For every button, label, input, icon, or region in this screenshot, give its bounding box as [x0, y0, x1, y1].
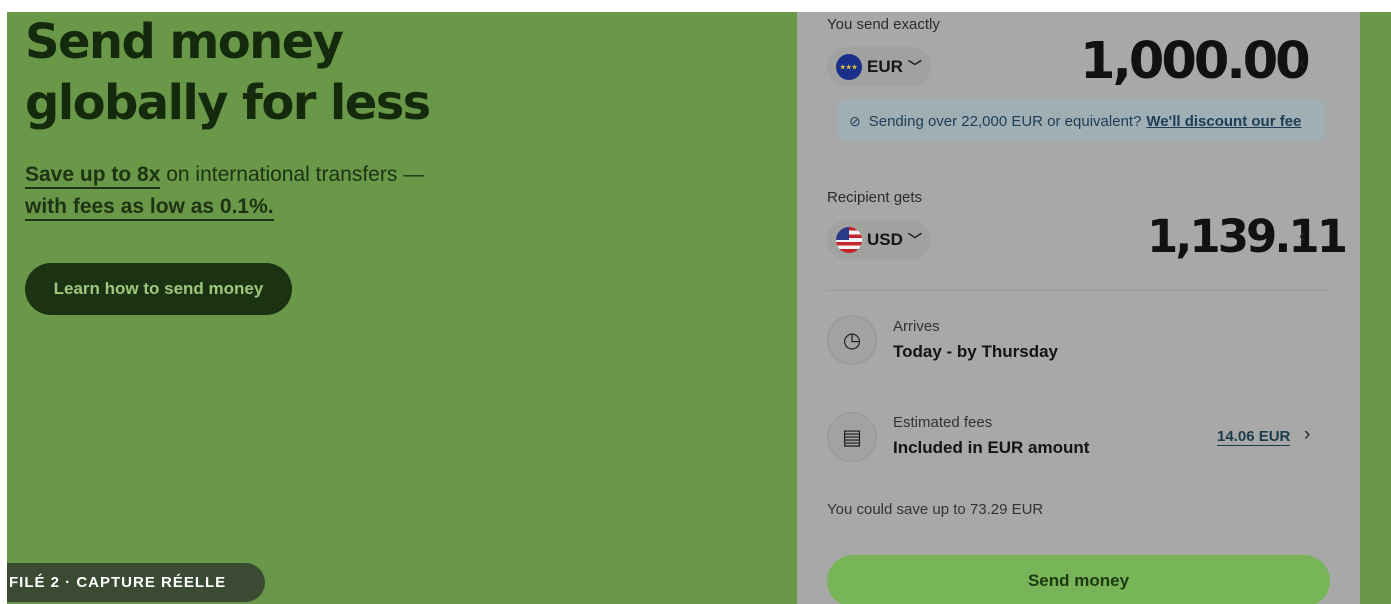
- recipient-amount-label: Recipient gets: [827, 189, 923, 206]
- send-amount-input[interactable]: 1,000.00: [1080, 36, 1311, 87]
- send-amount-label: You send exactly: [827, 16, 940, 33]
- hero-title-line-1: Send money: [25, 14, 344, 70]
- low-fees-link[interactable]: with fees as low as 0.1%.: [25, 195, 274, 221]
- hero-subtitle: Save up to 8x on international transfers…: [25, 159, 545, 223]
- divider: [827, 290, 1329, 291]
- recipient-currency-code: USD: [867, 230, 903, 249]
- arrival-label: Arrives: [893, 318, 940, 335]
- discount-notice-text: Sending over 22,000 EUR or equivalent?: [868, 112, 1142, 130]
- caption-badge: FILÉ 2 · CAPTURE RÉELLE: [7, 563, 265, 602]
- receipt-icon: ▤: [827, 412, 877, 462]
- us-flag-icon: [836, 227, 862, 253]
- fees-value: Included in EUR amount: [893, 438, 1090, 457]
- savings-note: You could save up to 73.29 EUR: [827, 501, 1044, 518]
- transfer-calculator-card: You send exactly ★★★ EUR ﹀ 1,000.00 ‹ ⊘ …: [797, 12, 1360, 604]
- eu-flag-icon: ★★★: [836, 54, 862, 80]
- fee-breakdown-link[interactable]: 14.06 EUR: [1217, 428, 1291, 446]
- hero-title-line-2: globally for less: [25, 75, 431, 131]
- hero-subtitle-text: on international transfers —: [160, 163, 425, 186]
- fees-label: Estimated fees: [893, 414, 993, 431]
- send-money-button[interactable]: Send money: [827, 555, 1330, 604]
- chevron-down-icon: ﹀: [907, 232, 922, 248]
- hero-title: Send money globally for less: [25, 12, 725, 134]
- chevron-down-icon: ﹀: [907, 59, 922, 75]
- clock-icon: ◷: [827, 315, 877, 365]
- recipient-currency-selector[interactable]: USD ﹀: [827, 220, 931, 260]
- send-currency-code: EUR: [867, 57, 903, 76]
- discount-fee-link[interactable]: We'll discount our fee: [1146, 113, 1301, 130]
- recipient-amount-input[interactable]: 1,139.11: [1147, 214, 1348, 259]
- discount-notice: ⊘ Sending over 22,000 EUR or equivalent?…: [837, 100, 1326, 142]
- send-currency-selector[interactable]: ★★★ EUR ﹀: [827, 47, 931, 87]
- chevron-left-icon: ‹: [1299, 225, 1306, 247]
- right-edge-background: [1361, 12, 1391, 604]
- discount-tag-icon: ⊘: [849, 112, 861, 129]
- page-background: Send money globally for less Save up to …: [7, 12, 1391, 604]
- hero-section: Send money globally for less Save up to …: [25, 12, 725, 315]
- savings-highlight-link[interactable]: Save up to 8x: [25, 163, 161, 189]
- arrival-value: Today - by Thursday: [893, 342, 1058, 361]
- learn-how-button[interactable]: Learn how to send money: [25, 263, 292, 315]
- chevron-left-icon: ‹: [1299, 52, 1306, 74]
- chevron-right-icon[interactable]: ›: [1304, 424, 1310, 446]
